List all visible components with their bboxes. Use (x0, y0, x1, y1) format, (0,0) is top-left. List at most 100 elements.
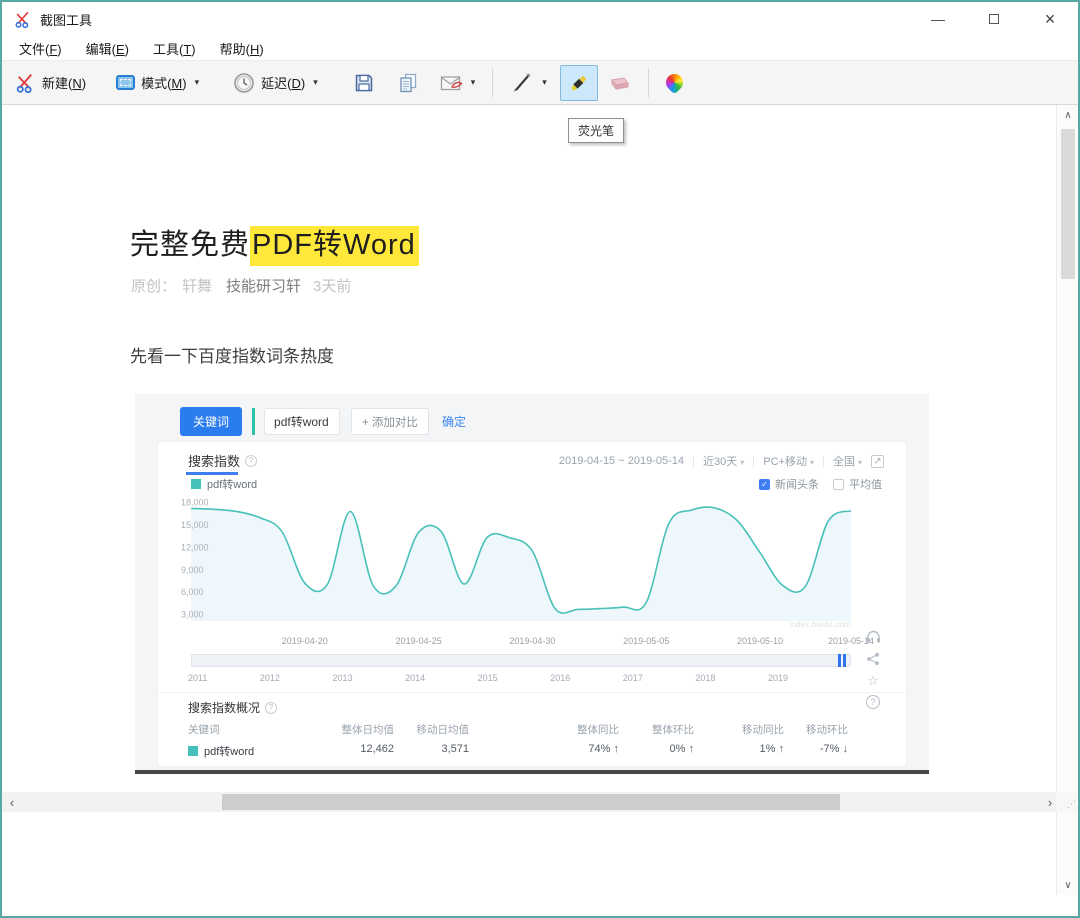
new-snip-button[interactable]: 新建(N) (8, 66, 93, 99)
chevron-down-icon: ▾ (740, 458, 744, 467)
title-bar: 截图工具 — × (2, 2, 1078, 36)
scroll-right-icon: › (1048, 795, 1052, 810)
row-swatch (188, 746, 198, 756)
grip-icon: ⋰ (1067, 799, 1076, 810)
star-icon: ☆ (867, 674, 879, 687)
filter-region: 全国▾ (833, 453, 862, 469)
overview-table-header: 关键词 整体日均值 移动日均值 整体同比 整体环比 移动同比 移动环比 (188, 722, 878, 737)
scroll-up-button[interactable]: ∧ (1057, 105, 1079, 125)
date-range: 2019-04-15 ~ 2019-05-14 (559, 455, 684, 467)
email-icon (440, 74, 463, 92)
mode-icon (116, 75, 135, 90)
menu-help[interactable]: 帮助(H) (220, 39, 264, 58)
helper-widget: ☆ ? (863, 630, 883, 709)
toolbar-separator (492, 69, 493, 97)
menu-tools[interactable]: 工具(T) (153, 39, 196, 58)
resize-grip[interactable]: ⋰ (1056, 792, 1078, 812)
svg-text:2019-04-30: 2019-04-30 (509, 636, 555, 646)
email-dropdown-icon[interactable]: ▾ (471, 77, 476, 88)
toolbar-separator (648, 69, 649, 97)
divider (158, 692, 906, 693)
minimize-icon: — (931, 11, 945, 27)
article-paragraph: 先看一下百度指数词条热度 (130, 342, 334, 367)
svg-text:15,000: 15,000 (181, 520, 209, 530)
article-title-plain: 完整免费 (130, 229, 250, 261)
horizontal-scrollbar[interactable]: ‹ › (2, 792, 1060, 812)
headset-icon (866, 630, 881, 644)
byline-account: 技能研习轩 (226, 278, 301, 295)
mode-dropdown-icon[interactable]: ▾ (195, 77, 200, 88)
clock-icon (233, 72, 255, 94)
close-button[interactable]: × (1022, 2, 1078, 36)
year-label: 2011 (188, 673, 207, 683)
maximize-icon (989, 14, 999, 24)
highlighter-tooltip: 荧光笔 (568, 118, 624, 143)
copy-icon (398, 73, 418, 93)
toolbar: 新建(N) 模式(M) ▾ 延迟(D) ▾ (2, 60, 1078, 105)
vertical-scroll-thumb[interactable] (1061, 129, 1075, 279)
svg-text:6,000: 6,000 (181, 587, 204, 597)
menu-edit[interactable]: 编辑(E) (86, 39, 129, 58)
save-button[interactable] (347, 67, 381, 99)
copy-button[interactable] (391, 67, 425, 99)
chevron-down-icon: ▾ (810, 458, 814, 467)
pen-dropdown-icon[interactable]: ▾ (542, 77, 547, 88)
scroll-left-button[interactable]: ‹ (2, 792, 22, 812)
snip-canvas[interactable]: 完整免费PDF转Word 原创：轩舞技能研习轩3天前 先看一下百度指数词条热度 … (2, 105, 1060, 895)
article-title: 完整免费PDF转Word (130, 221, 419, 263)
chart-filters: 2019-04-15 ~ 2019-05-14 近30天▾ PC+移动▾ 全国▾… (559, 453, 884, 469)
confirm-link: 确定 (442, 413, 466, 430)
year-label: 2015 (478, 673, 498, 683)
close-icon: × (1045, 9, 1056, 30)
pen-icon (510, 71, 534, 95)
year-label: 2014 (405, 673, 425, 683)
horizontal-scroll-thumb[interactable] (222, 794, 840, 810)
year-label: 2012 (260, 673, 280, 683)
external-link-icon: ↗ (871, 455, 884, 468)
info-icon: ? (265, 702, 277, 714)
mode-label: 模式(M) (141, 73, 187, 92)
baidu-search-row: 关键词 pdf转word + 添加对比 确定 (180, 407, 466, 436)
eraser-button[interactable] (600, 68, 638, 98)
timeline-slider (191, 654, 851, 667)
delay-dropdown-icon[interactable]: ▾ (313, 77, 318, 88)
minimize-button[interactable]: — (910, 2, 966, 36)
svg-text:index.baidu.com: index.baidu.com (789, 619, 851, 629)
highlighted-text: PDF转Word (250, 226, 419, 266)
save-icon (354, 73, 374, 93)
tab-active-indicator (186, 472, 238, 475)
svg-text:12,000: 12,000 (181, 542, 209, 552)
add-compare-button: + 添加对比 (351, 408, 429, 435)
highlighter-icon (567, 71, 591, 95)
year-label: 2013 (332, 673, 352, 683)
scissors-icon (15, 72, 36, 93)
share-icon (866, 652, 880, 666)
delay-label: 延迟(D) (261, 73, 305, 92)
search-index-chart: 18,00015,00012,0009,0006,0003,0002019-04… (178, 486, 888, 654)
svg-text:18,000: 18,000 (181, 498, 209, 508)
mode-button[interactable]: 模式(M) ▾ (109, 67, 206, 98)
scroll-left-icon: ‹ (10, 795, 14, 810)
pen-button[interactable]: ▾ (503, 65, 554, 101)
email-button[interactable]: ▾ (433, 68, 483, 98)
menu-file[interactable]: 文件(F) (19, 39, 62, 58)
input-accent-bar (252, 408, 255, 435)
year-label: 2016 (550, 673, 570, 683)
delay-button[interactable]: 延迟(D) ▾ (226, 66, 325, 100)
help-icon: ? (866, 695, 880, 709)
highlighter-button[interactable] (560, 65, 598, 101)
edit-with-paint3d-button[interactable] (659, 68, 690, 97)
chevron-down-icon: ▾ (858, 458, 862, 467)
year-label: 2017 (623, 673, 643, 683)
keyword-button: 关键词 (180, 407, 242, 436)
vertical-scrollbar[interactable]: ∧ ∨ (1056, 105, 1078, 895)
maximize-button[interactable] (966, 2, 1022, 36)
scroll-down-button[interactable]: ∨ (1057, 875, 1079, 895)
year-label: 2018 (695, 673, 715, 683)
article-byline: 原创：轩舞技能研习轩3天前 (131, 275, 351, 296)
menu-bar: 文件(F) 编辑(E) 工具(T) 帮助(H) (2, 36, 1078, 60)
svg-text:2019-04-25: 2019-04-25 (396, 636, 442, 646)
byline-time: 3天前 (313, 278, 351, 295)
filter-timespan: 近30天▾ (703, 453, 744, 469)
baidu-index-screenshot: 关键词 pdf转word + 添加对比 确定 搜索指数 ? 2019-04-15… (135, 394, 929, 770)
